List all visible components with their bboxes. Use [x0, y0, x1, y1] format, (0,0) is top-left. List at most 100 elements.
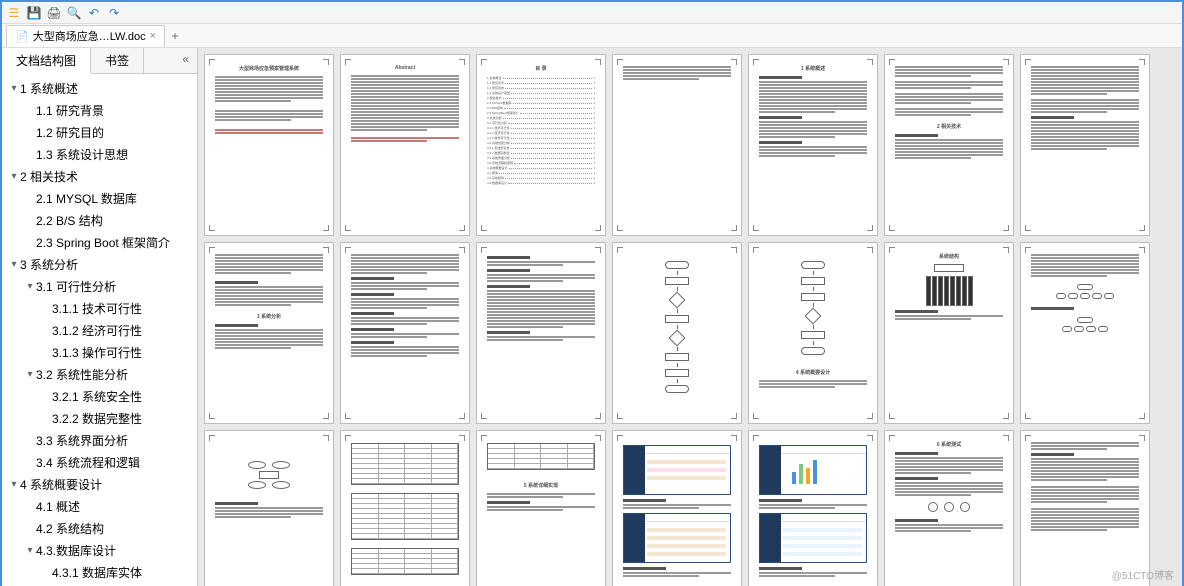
outline-item[interactable]: ▾3 系统分析: [2, 254, 197, 276]
page-thumbnail-3[interactable]: 目 录 1 系统概述11.1 研究背景11.2 研究目的11.3 系统设计思想1…: [476, 54, 606, 236]
outline-item[interactable]: 4.2 系统结构: [2, 518, 197, 540]
expand-icon[interactable]: ▾: [24, 278, 36, 296]
page-thumbnail-12[interactable]: 4 系统概要设计: [748, 242, 878, 424]
page-heading: [215, 502, 258, 505]
expand-icon[interactable]: ▾: [24, 366, 36, 384]
expand-icon[interactable]: ▾: [24, 542, 36, 560]
menu-icon[interactable]: ☰: [6, 5, 22, 21]
page-thumbnail-7[interactable]: [1020, 54, 1150, 236]
tab-structure[interactable]: 文档结构图: [2, 48, 91, 74]
main-area: 文档结构图 书签 « ▾1 系统概述1.1 研究背景1.2 研究目的1.3 系统…: [2, 48, 1182, 586]
page-heading: 5 系统详细实现: [487, 482, 595, 489]
print-icon[interactable]: 🖨: [46, 5, 62, 21]
sidebar-collapse-icon[interactable]: «: [174, 48, 197, 73]
outline-item[interactable]: 3.2.2 数据完整性: [2, 408, 197, 430]
page-thumbnail-21[interactable]: [1020, 430, 1150, 586]
outline-label: 2.2 B/S 结构: [36, 212, 103, 230]
page-title: Abstract: [351, 65, 459, 71]
document-tab-title: 大型商场应急…LW.doc: [33, 28, 146, 44]
page-thumbnail-10[interactable]: [476, 242, 606, 424]
outline-item[interactable]: ▾4.3.数据库设计: [2, 540, 197, 562]
document-tab[interactable]: 📄 大型商场应急…LW.doc ×: [6, 25, 165, 47]
page-thumbnail-6[interactable]: 2 相关技术: [884, 54, 1014, 236]
tab-bookmarks[interactable]: 书签: [91, 48, 144, 73]
outline-item[interactable]: 3.1.2 经济可行性: [2, 320, 197, 342]
ui-screenshot: [623, 513, 731, 563]
page-title: 目 录: [487, 65, 595, 72]
outline-item[interactable]: ▾2 相关技术: [2, 166, 197, 188]
preview-icon[interactable]: 🔍: [66, 5, 82, 21]
page-thumbnail-18[interactable]: [612, 430, 742, 586]
ui-screenshot: [759, 445, 867, 495]
expand-icon[interactable]: ▾: [8, 476, 20, 494]
page-thumbnail-8[interactable]: 3 系统分析: [204, 242, 334, 424]
page-thumbnail-4[interactable]: [612, 54, 742, 236]
doc-icon: 📄: [15, 30, 29, 43]
outline-item[interactable]: 2.3 Spring Boot 框架简介: [2, 232, 197, 254]
redo-icon[interactable]: ↷: [106, 5, 122, 21]
page-heading: [215, 281, 258, 284]
page-thumbnail-13[interactable]: 系统结构: [884, 242, 1014, 424]
undo-icon[interactable]: ↶: [86, 5, 102, 21]
outline-label: 3.1.2 经济可行性: [52, 322, 142, 340]
page-thumbnail-20[interactable]: 6 系统测试 → →: [884, 430, 1014, 586]
er-diagram: [1031, 316, 1139, 334]
outline-label: 4 系统概要设计: [20, 476, 102, 494]
page-heading: 4 系统概要设计: [759, 369, 867, 376]
page-subheading: [623, 567, 666, 570]
outline-item[interactable]: 1.1 研究背景: [2, 100, 197, 122]
outline-item[interactable]: 2.2 B/S 结构: [2, 210, 197, 232]
page-thumbnail-19[interactable]: [748, 430, 878, 586]
outline-label: 4.2 系统结构: [36, 520, 104, 538]
outline-label: 3 系统分析: [20, 256, 78, 274]
page-subheading: [759, 499, 802, 502]
flowchart-diagram: [647, 261, 707, 393]
page-thumbnail-5[interactable]: 1 系统概述: [748, 54, 878, 236]
outline-label: 2 相关技术: [20, 168, 78, 186]
outline-item[interactable]: 3.1.1 技术可行性: [2, 298, 197, 320]
outline-item[interactable]: ▾1 系统概述: [2, 78, 197, 100]
outline-item[interactable]: 4.3.1 数据库实体: [2, 562, 197, 584]
close-tab-icon[interactable]: ×: [150, 30, 156, 42]
outline-item[interactable]: 4.1 概述: [2, 496, 197, 518]
outline-item[interactable]: 3.4 系统流程和逻辑: [2, 452, 197, 474]
outline-label: 4.1 概述: [36, 498, 80, 516]
outline-item[interactable]: ▾3.1 可行性分析: [2, 276, 197, 298]
outline-label: 3.2.1 系统安全性: [52, 388, 142, 406]
page-heading: 1 系统概述: [759, 65, 867, 72]
page-subheading: [895, 134, 938, 137]
page-title: 大型商场应急预案管理系统: [215, 65, 323, 72]
outline-item[interactable]: 3.3 系统界面分析: [2, 430, 197, 452]
outline-item[interactable]: 3.1.3 操作可行性: [2, 342, 197, 364]
expand-icon[interactable]: ▾: [8, 168, 20, 186]
page-thumbnail-16[interactable]: [340, 430, 470, 586]
add-tab-button[interactable]: +: [165, 29, 185, 43]
page-thumbnail-11[interactable]: [612, 242, 742, 424]
outline-item[interactable]: 2.1 MYSQL 数据库: [2, 188, 197, 210]
outline-label: 3.1 可行性分析: [36, 278, 116, 296]
outline-label: 4.3.数据库设计: [36, 542, 116, 560]
outline-label: 3.1.3 操作可行性: [52, 344, 142, 362]
outline-tree[interactable]: ▾1 系统概述1.1 研究背景1.2 研究目的1.3 系统设计思想▾2 相关技术…: [2, 74, 197, 586]
outline-label: 3.3 系统界面分析: [36, 432, 128, 450]
page-thumbnail-14[interactable]: [1020, 242, 1150, 424]
outline-item[interactable]: ▾3.2 系统性能分析: [2, 364, 197, 386]
page-thumbnail-1[interactable]: 大型商场应急预案管理系统: [204, 54, 334, 236]
page-thumbnail-15[interactable]: [204, 430, 334, 586]
page-grid: 大型商场应急预案管理系统 Abstract 目 录 1 系统概述11.1 研究背…: [204, 54, 1176, 586]
ui-screenshot: [759, 513, 867, 563]
expand-icon[interactable]: ▾: [8, 256, 20, 274]
outline-label: 4.3.1 数据库实体: [52, 564, 142, 582]
page-thumbnail-2[interactable]: Abstract: [340, 54, 470, 236]
outline-item[interactable]: 1.3 系统设计思想: [2, 144, 197, 166]
expand-icon[interactable]: ▾: [8, 80, 20, 98]
save-icon[interactable]: 💾: [26, 5, 42, 21]
page-thumbnail-17[interactable]: 5 系统详细实现: [476, 430, 606, 586]
page-thumbnail-9[interactable]: [340, 242, 470, 424]
outline-label: 3.2 系统性能分析: [36, 366, 128, 384]
page-viewer[interactable]: 大型商场应急预案管理系统 Abstract 目 录 1 系统概述11.1 研究背…: [198, 48, 1182, 586]
outline-item[interactable]: ▾4 系统概要设计: [2, 474, 197, 496]
page-heading: 2 相关技术: [895, 123, 1003, 130]
outline-item[interactable]: 1.2 研究目的: [2, 122, 197, 144]
outline-item[interactable]: 3.2.1 系统安全性: [2, 386, 197, 408]
